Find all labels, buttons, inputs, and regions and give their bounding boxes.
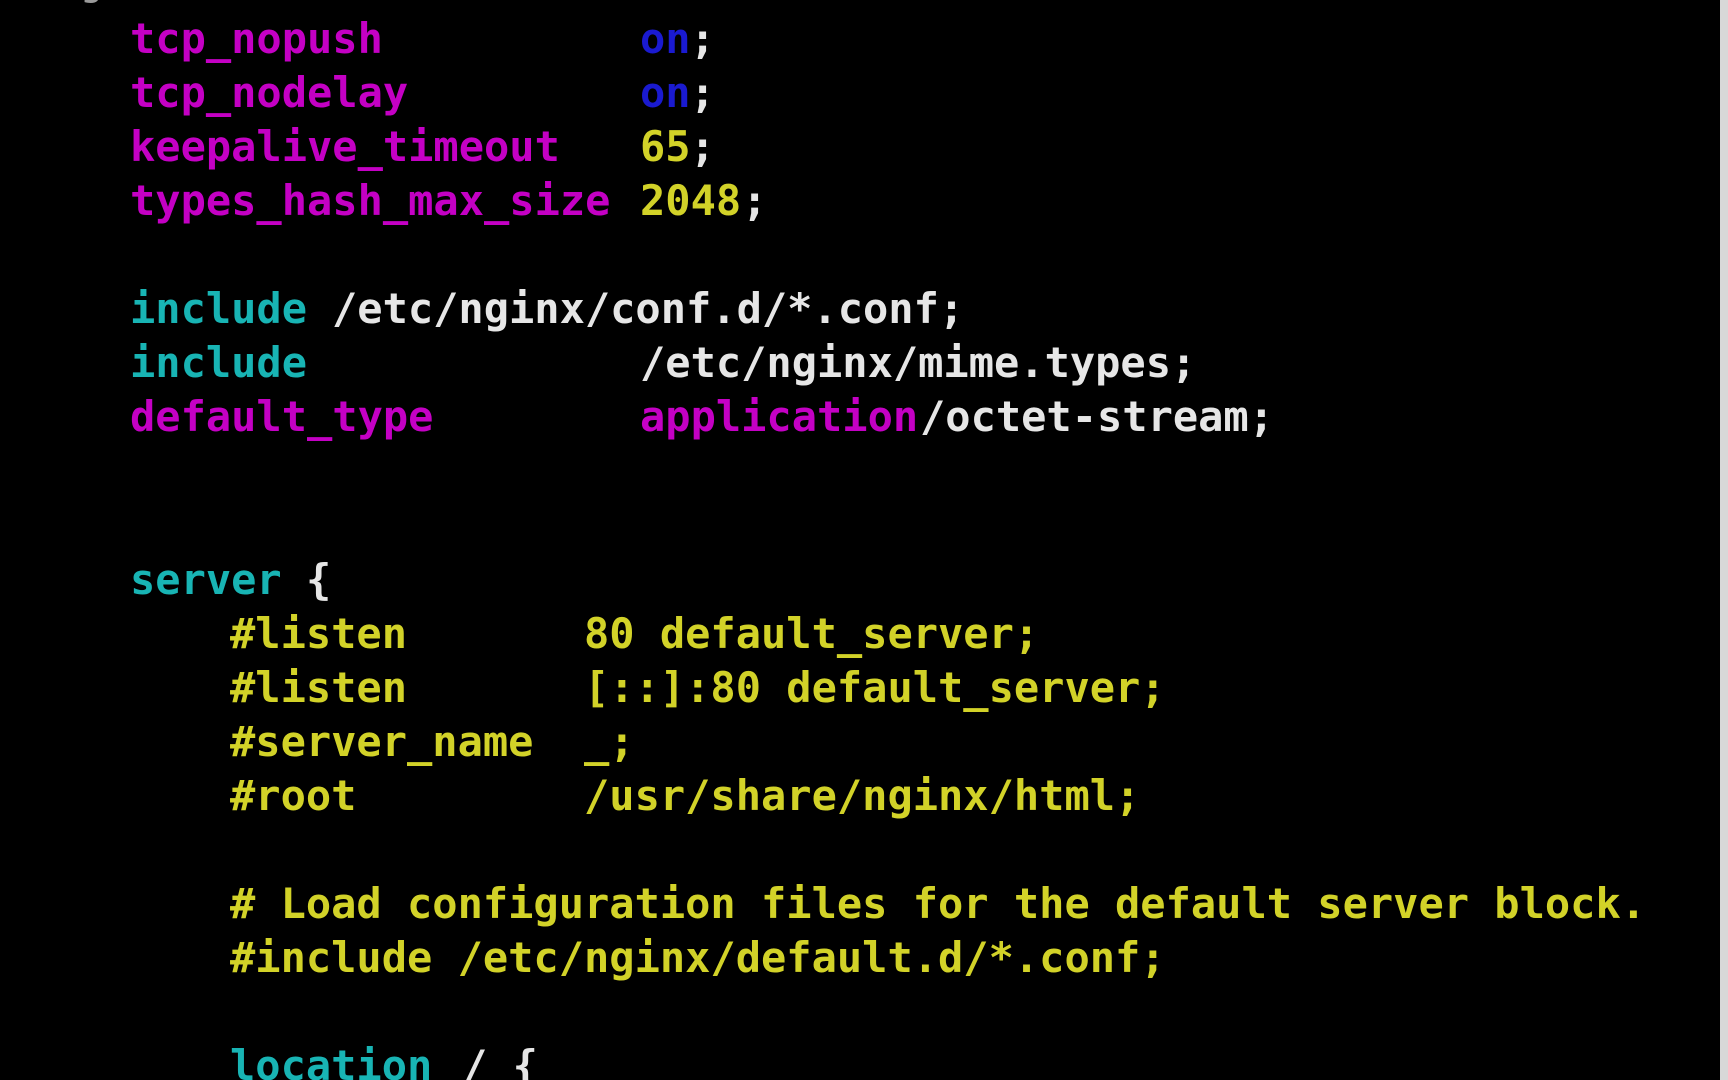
code-line: server { <box>0 553 331 607</box>
include-keyword: include <box>130 338 308 387</box>
mime-type-minor: /octet-stream; <box>920 392 1275 441</box>
code-line: tcp_nopush on ; <box>0 12 715 66</box>
comment-line: #server_name _; <box>230 717 635 766</box>
code-line: types_hash_max_size 2048 ; <box>0 174 767 228</box>
comment-line: #listen 80 default_server; <box>230 609 1040 658</box>
semicolon: ; <box>690 14 716 63</box>
code-line: include /etc/nginx/conf.d/*.conf; <box>0 282 964 336</box>
comment-line: # Load configuration files for the defau… <box>230 879 1647 928</box>
semicolon: ; <box>742 176 768 225</box>
directive-name: default_type <box>130 392 434 441</box>
include-path: /etc/nginx/conf.d/*.conf; <box>332 284 965 333</box>
semicolon: ; <box>690 122 716 171</box>
comment-line: #root /usr/share/nginx/html; <box>230 771 1141 820</box>
include-path: /etc/nginx/mime.types; <box>640 338 1197 387</box>
include-keyword: include <box>130 284 308 333</box>
code-line: #listen 80 default_server; <box>0 607 1039 661</box>
location-path: / { <box>462 1041 538 1080</box>
open-brace: { <box>306 555 332 604</box>
comment-line: #include /etc/nginx/default.d/*.conf; <box>230 933 1166 982</box>
code-line: location / { <box>0 1039 538 1080</box>
file-title: /nginx.conf <box>40 0 265 12</box>
terminal-window[interactable]: /nginx.conf tcp_nopush on ; tcp_nodelay … <box>0 0 1728 1080</box>
code-line: default_type application /octet-stream; <box>0 390 1274 444</box>
directive-value: on <box>640 14 691 63</box>
code-line: # Load configuration files for the defau… <box>0 877 1646 931</box>
server-keyword: server <box>130 555 282 604</box>
directive-value: 65 <box>640 122 691 171</box>
directive-name: tcp_nodelay <box>130 68 409 117</box>
directive-name: types_hash_max_size <box>130 176 611 225</box>
location-keyword: location <box>230 1041 433 1080</box>
window-edge <box>1720 0 1728 1080</box>
semicolon: ; <box>690 68 716 117</box>
code-line: tcp_nodelay on ; <box>0 66 715 120</box>
code-line: #root /usr/share/nginx/html; <box>0 769 1140 823</box>
code-line: include /etc/nginx/mime.types; <box>0 336 1196 390</box>
mime-type-major: application <box>640 392 919 441</box>
code-line: keepalive_timeout 65 ; <box>0 120 715 174</box>
directive-name: keepalive_timeout <box>130 122 560 171</box>
code-line: #include /etc/nginx/default.d/*.conf; <box>0 931 1166 985</box>
directive-name: tcp_nopush <box>130 14 383 63</box>
code-line: #listen [::]:80 default_server; <box>0 661 1166 715</box>
directive-value: on <box>640 68 691 117</box>
directive-value: 2048 <box>640 176 742 225</box>
comment-line: #listen [::]:80 default_server; <box>230 663 1166 712</box>
code-line: #server_name _; <box>0 715 635 769</box>
